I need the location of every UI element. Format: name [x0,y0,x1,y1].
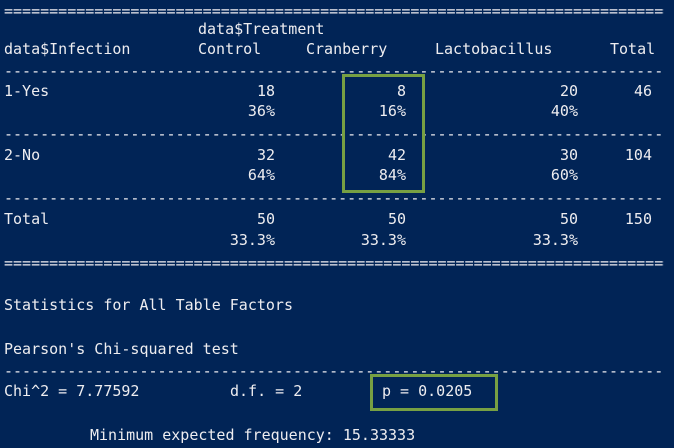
cell-yes-lacto-pct: 40% [550,102,578,120]
cell-total-control-pct: 33.3% [229,231,275,249]
row-rule-1: ----------------------------------------… [4,125,664,143]
cell-no-control-pct: 64% [247,166,275,184]
bottom-double-rule: ========================================… [4,254,664,272]
stats-rule: ----------------------------------------… [4,362,664,380]
degrees-of-freedom: d.f. = 2 [230,382,303,400]
infection-variable-label: data$Infection [4,40,131,58]
cell-no-control-count: 32 [256,146,275,164]
p-value-highlight [370,374,498,411]
column-header-total: Total [610,40,656,58]
column-header-cranberry: Cranberry [306,40,388,58]
cell-no-total: 104 [624,146,652,164]
cell-yes-control-count: 18 [256,82,275,100]
treatment-variable-label: data$Treatment [198,20,325,38]
top-double-rule: ========================================… [4,2,664,20]
column-header-control: Control [198,40,262,58]
cell-total-control-count: 50 [256,210,275,228]
cell-no-lacto-pct: 60% [550,166,578,184]
row-label-yes: 1-Yes [4,82,50,100]
cell-total-lacto-pct: 33.3% [532,231,578,249]
cranberry-column-highlight [342,74,425,193]
cell-yes-control-pct: 36% [247,102,275,120]
cell-grand-total: 150 [624,210,652,228]
test-name: Pearson's Chi-squared test [4,340,239,358]
stats-heading: Statistics for All Table Factors [4,296,293,314]
row-label-total: Total [4,210,50,228]
cell-no-lacto-count: 30 [559,146,578,164]
min-expected-frequency: Minimum expected frequency: 15.33333 [90,426,416,444]
cell-total-cranberry-pct: 33.3% [360,231,406,249]
cell-yes-lacto-count: 20 [559,82,578,100]
cell-yes-total: 46 [633,82,652,100]
chi-square-value: Chi^2 = 7.77592 [4,382,140,400]
column-header-lactobacillus: Lactobacillus [435,40,553,58]
cell-total-cranberry-count: 50 [387,210,406,228]
cell-total-lacto-count: 50 [559,210,578,228]
row-rule-2: ----------------------------------------… [4,189,664,207]
row-label-no: 2-No [4,146,41,164]
header-rule: ----------------------------------------… [4,62,664,80]
